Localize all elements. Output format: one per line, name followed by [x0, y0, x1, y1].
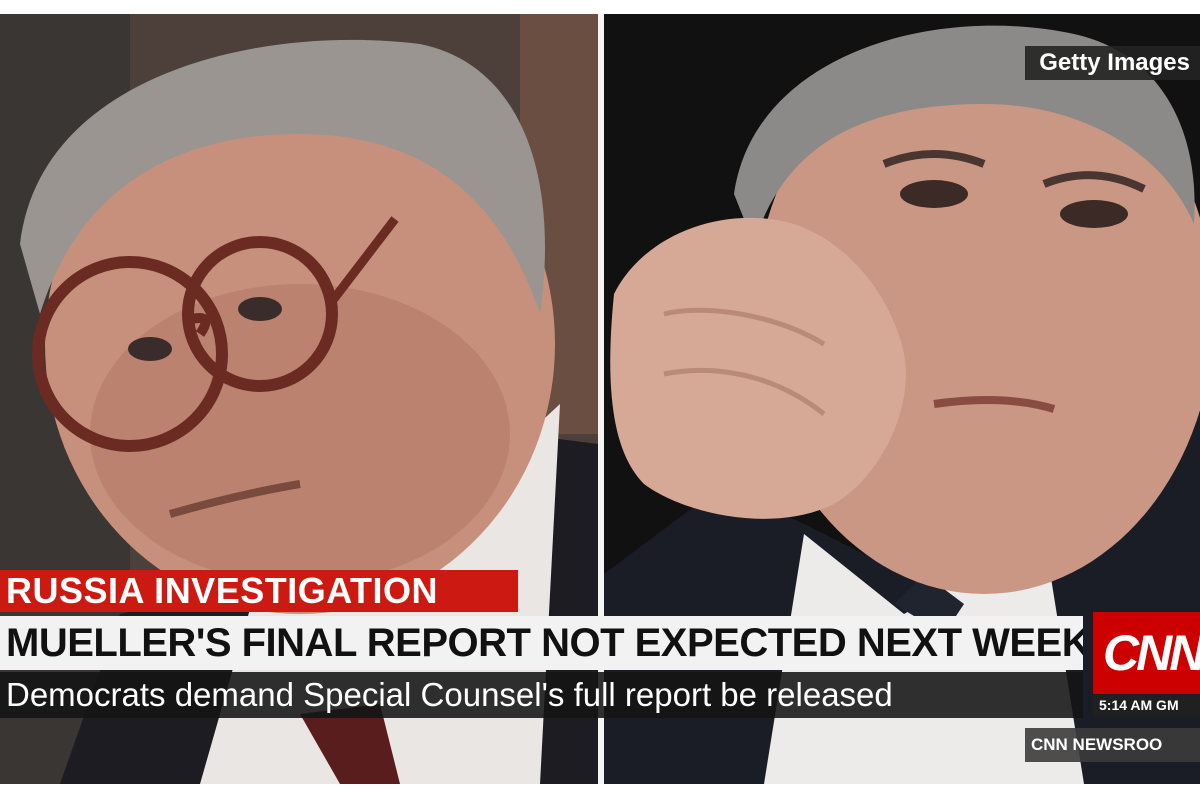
- topic-bar: RUSSIA INVESTIGATION: [0, 570, 518, 612]
- broadcast-time: 5:14 AM GM: [1093, 694, 1200, 716]
- cnn-logo: CNN: [1093, 612, 1200, 694]
- headline-bar: MUELLER'S FINAL REPORT NOT EXPECTED NEXT…: [0, 616, 1083, 670]
- photo-credit-label: Getty Images: [1025, 46, 1200, 80]
- subheadline-bar: Democrats demand Special Counsel's full …: [0, 672, 1083, 718]
- broadcast-frame: Getty Images RUSSIA INVESTIGATION MUELLE…: [0, 0, 1200, 800]
- program-name-badge: CNN NEWSROO: [1025, 728, 1200, 762]
